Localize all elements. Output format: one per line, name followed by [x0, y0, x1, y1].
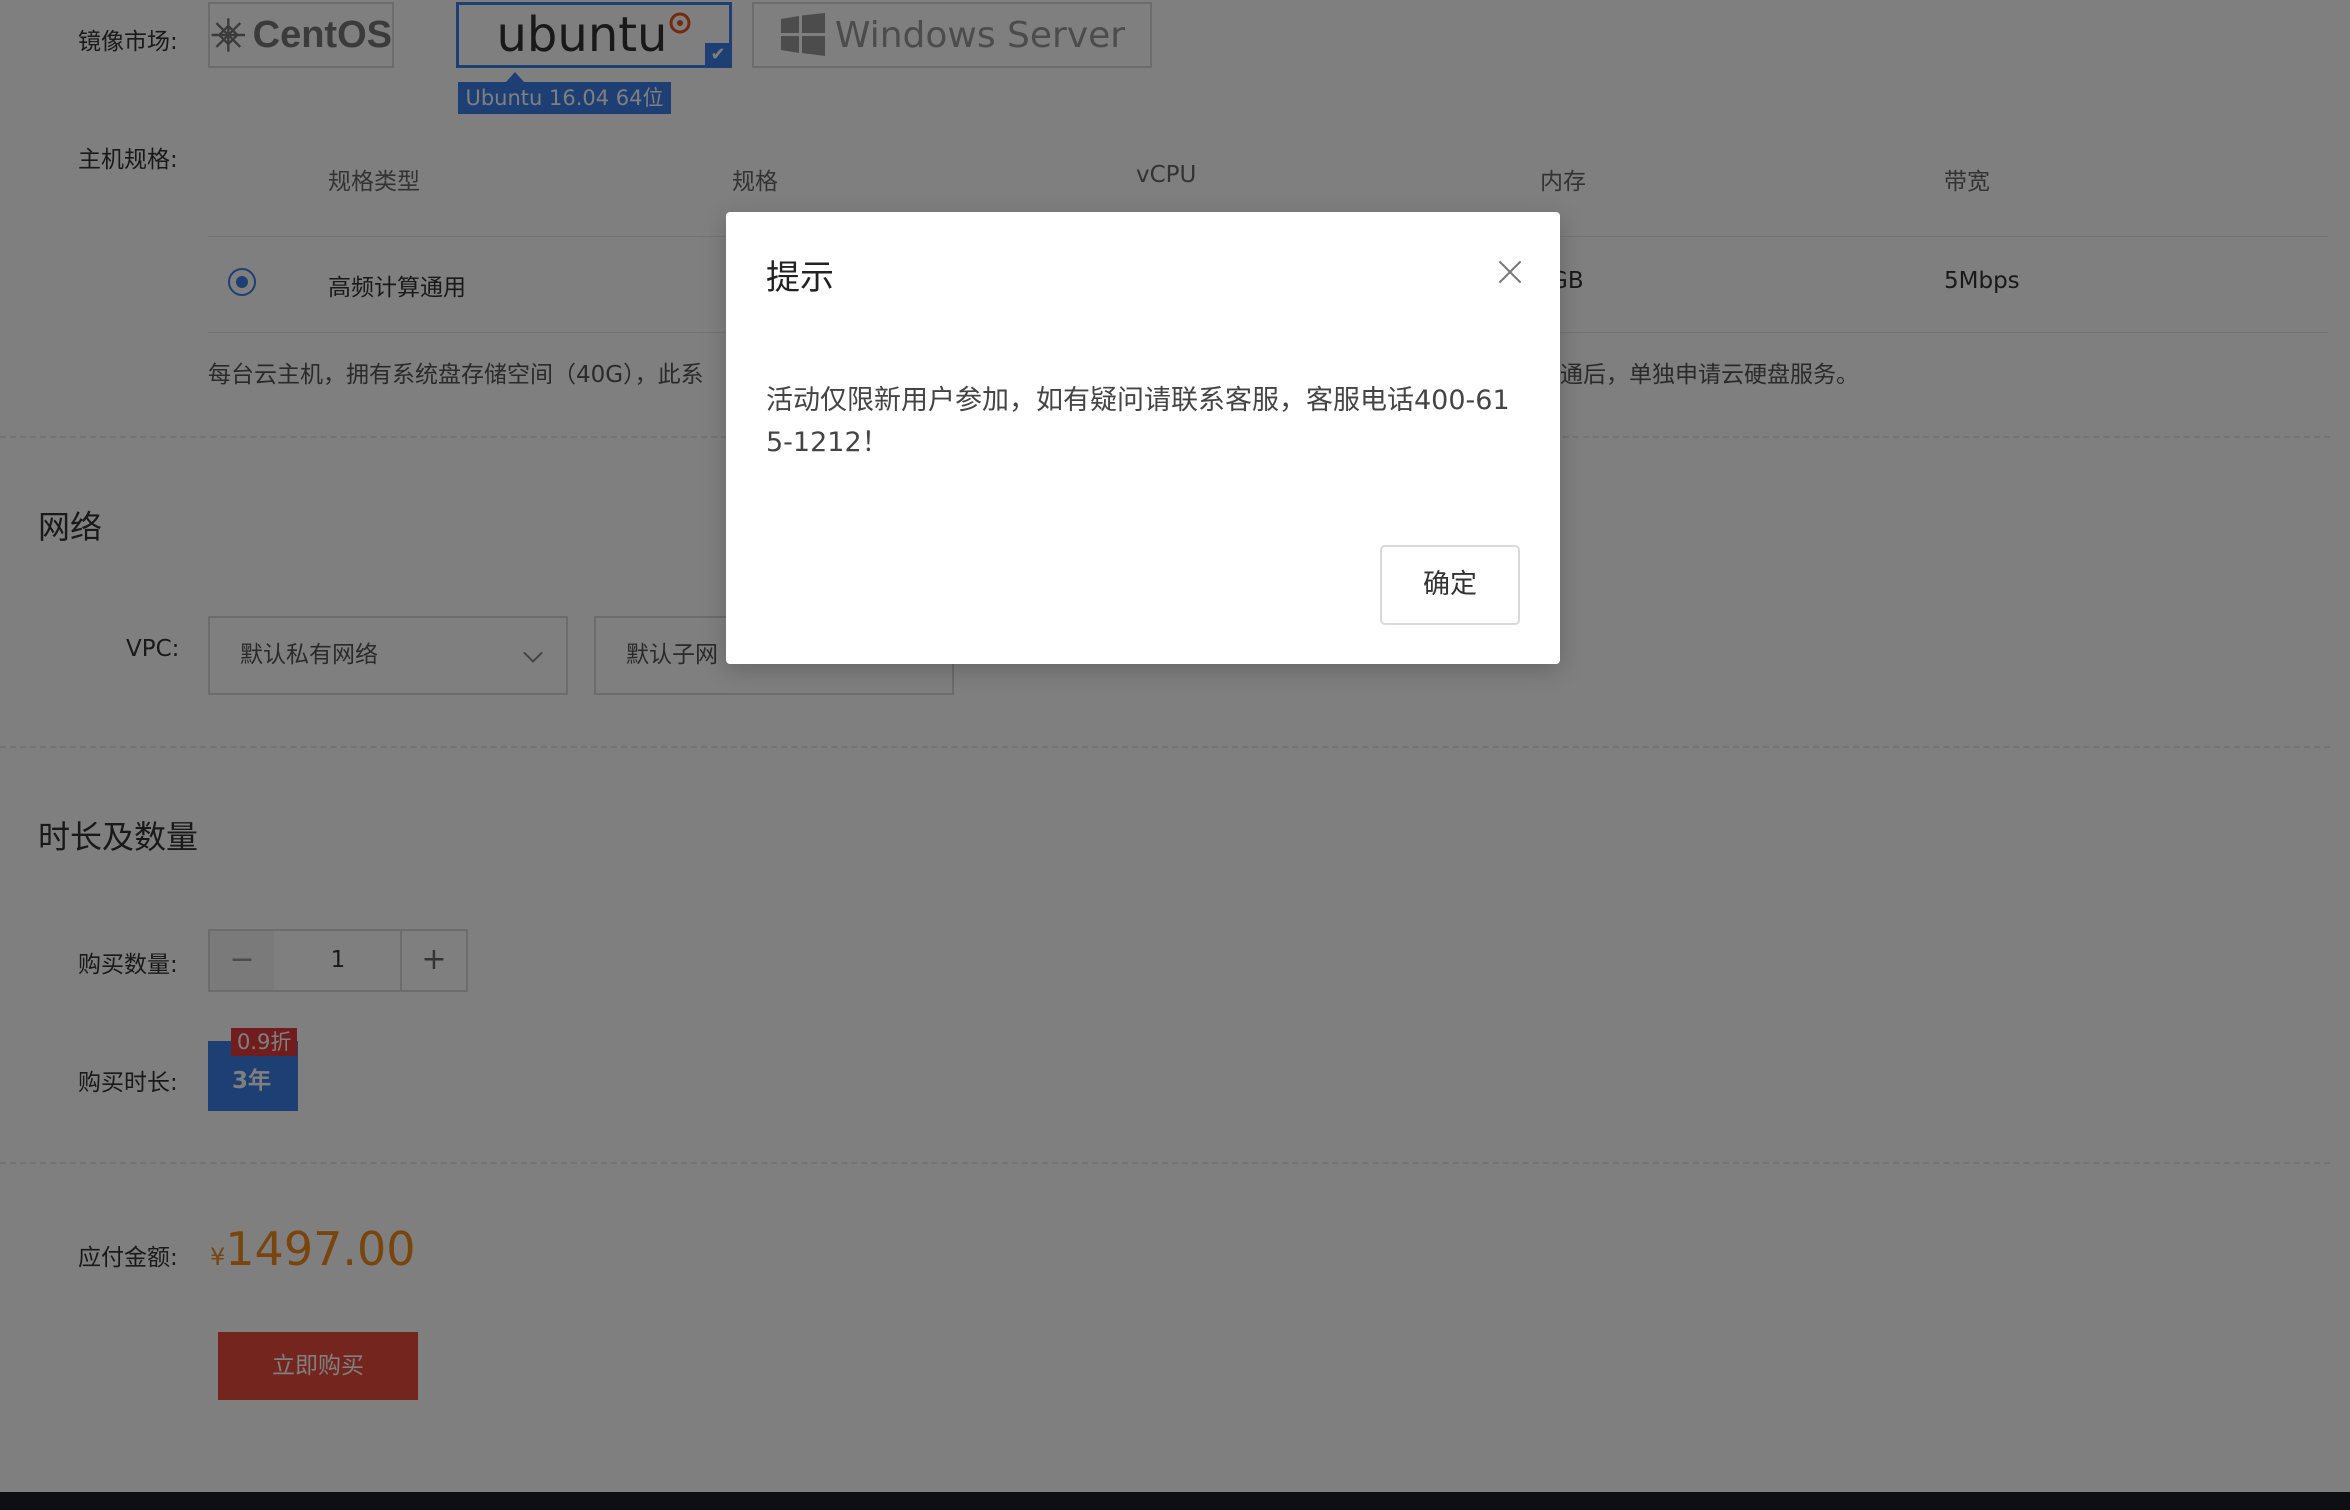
- dialog-message: 活动仅限新用户参加，如有疑问请联系客服，客服电话400-615-1212！: [766, 385, 1510, 458]
- close-icon[interactable]: [1498, 260, 1522, 284]
- confirm-button[interactable]: 确定: [1380, 545, 1520, 625]
- dialog-title: 提示: [766, 258, 834, 298]
- notice-dialog: 提示 活动仅限新用户参加，如有疑问请联系客服，客服电话400-615-1212！…: [726, 212, 1560, 664]
